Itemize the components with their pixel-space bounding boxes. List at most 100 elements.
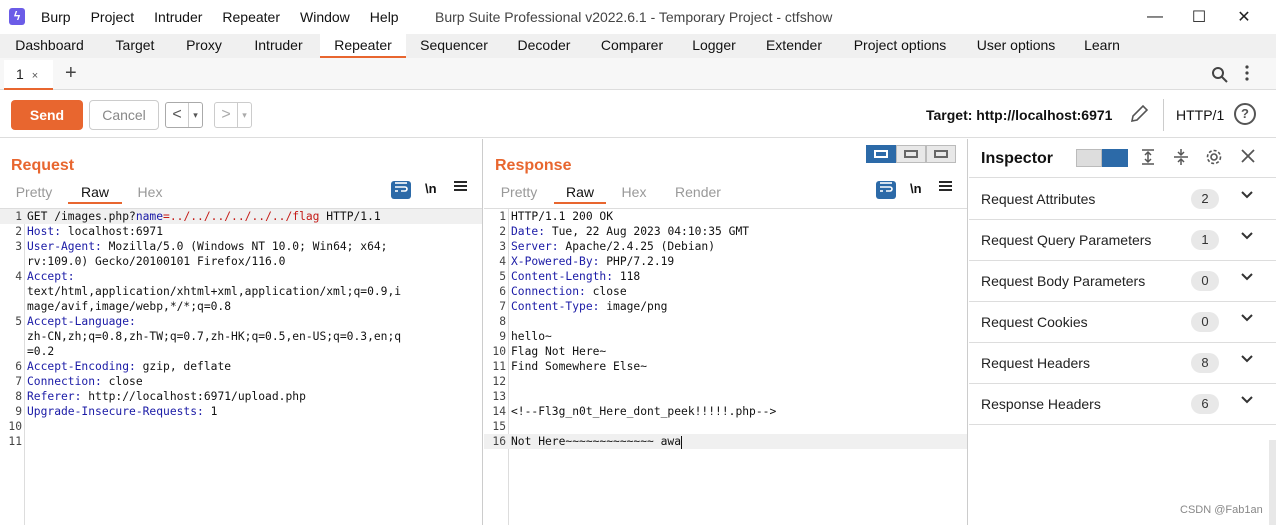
request-line[interactable]: 9 Upgrade-Insecure-Requests: 1 <box>0 404 482 419</box>
tab-repeater[interactable]: Repeater <box>320 34 406 58</box>
response-line[interactable]: 9 hello~ <box>484 329 967 344</box>
wrap-lines-icon[interactable] <box>391 181 411 199</box>
search-icon[interactable] <box>1211 66 1228 88</box>
chevron-down-icon[interactable] <box>1240 228 1254 247</box>
inspector-layout-side-icon[interactable] <box>1102 149 1128 167</box>
tab-comparer[interactable]: Comparer <box>586 34 678 58</box>
tab-logger[interactable]: Logger <box>678 34 750 58</box>
inspector-request-headers[interactable]: Request Headers 8 <box>969 343 1276 384</box>
chevron-down-icon[interactable] <box>1240 187 1254 206</box>
forward-dropdown-icon[interactable]: ▾ <box>237 103 251 127</box>
inspector-scrollbar[interactable] <box>1269 440 1276 525</box>
close-tab-icon[interactable]: × <box>32 70 38 82</box>
layout-side-by-side-icon[interactable] <box>866 145 896 163</box>
response-line[interactable]: 6 Connection: close <box>484 284 967 299</box>
menu-help[interactable]: Help <box>360 9 409 25</box>
inspector-request-cookies[interactable]: Request Cookies 0 <box>969 302 1276 343</box>
request-line[interactable]: 2 Host: localhost:6971 <box>0 224 482 239</box>
response-line[interactable]: 15 <box>484 419 967 434</box>
send-button[interactable]: Send <box>11 100 83 130</box>
request-line[interactable]: text/html,application/xhtml+xml,applicat… <box>0 284 482 299</box>
request-line[interactable]: 1 GET /images.php?name=../../../../../../… <box>0 209 482 224</box>
chevron-down-icon[interactable] <box>1240 269 1254 288</box>
response-tab-render[interactable]: Render <box>662 182 734 204</box>
menu-window[interactable]: Window <box>290 9 360 25</box>
request-line[interactable]: 3 User-Agent: Mozilla/5.0 (Windows NT 10.… <box>0 239 482 254</box>
help-icon[interactable]: ? <box>1234 103 1256 125</box>
request-line[interactable]: zh-CN,zh;q=0.8,zh-TW;q=0.7,zh-HK;q=0.5,e… <box>0 329 482 344</box>
request-line[interactable]: 6 Accept-Encoding: gzip, deflate <box>0 359 482 374</box>
settings-gear-icon[interactable] <box>1205 148 1223 171</box>
inspector-request-attributes[interactable]: Request Attributes 2 <box>969 179 1276 220</box>
request-line[interactable]: 8 Referer: http://localhost:6971/upload.p… <box>0 389 482 404</box>
response-line[interactable]: 7 Content-Type: image/png <box>484 299 967 314</box>
request-line[interactable]: 10 <box>0 419 482 434</box>
wrap-lines-icon[interactable] <box>876 181 896 199</box>
menu-burp[interactable]: Burp <box>31 9 81 25</box>
menu-intruder[interactable]: Intruder <box>144 9 212 25</box>
show-newlines-toggle[interactable]: \n <box>910 181 922 196</box>
more-options-icon[interactable] <box>1244 64 1250 87</box>
response-editor[interactable]: 1 HTTP/1.1 200 OK 2 Date: Tue, 22 Aug 2023… <box>484 208 967 525</box>
inspector-request-query-parameters[interactable]: Request Query Parameters 1 <box>969 220 1276 261</box>
inspector-response-headers[interactable]: Response Headers 6 <box>969 384 1276 425</box>
request-tab-raw[interactable]: Raw <box>68 182 122 204</box>
layout-top-bottom-icon[interactable] <box>896 145 926 163</box>
tab-decoder[interactable]: Decoder <box>502 34 586 58</box>
tab-proxy[interactable]: Proxy <box>171 34 237 58</box>
response-menu-icon[interactable] <box>939 179 952 197</box>
response-tab-hex[interactable]: Hex <box>606 182 662 204</box>
repeater-tab-1[interactable]: 1 × <box>4 60 53 90</box>
response-line[interactable]: 4 X-Powered-By: PHP/7.2.19 <box>484 254 967 269</box>
minimize-button[interactable]: — <box>1132 0 1178 34</box>
request-line[interactable]: 5 Accept-Language: <box>0 314 482 329</box>
request-line[interactable]: 11 <box>0 434 482 449</box>
chevron-down-icon[interactable] <box>1240 351 1254 370</box>
show-newlines-toggle[interactable]: \n <box>425 181 437 196</box>
response-line[interactable]: 12 <box>484 374 967 389</box>
maximize-button[interactable]: ☐ <box>1176 0 1222 34</box>
collapse-all-icon[interactable] <box>1173 148 1189 171</box>
forward-button[interactable]: > ▾ <box>214 102 252 128</box>
response-tab-raw[interactable]: Raw <box>554 182 606 204</box>
chevron-down-icon[interactable] <box>1240 392 1254 411</box>
response-line[interactable]: 11 Find Somewhere Else~ <box>484 359 967 374</box>
tab-learn[interactable]: Learn <box>1070 34 1134 58</box>
close-inspector-icon[interactable] <box>1240 148 1256 169</box>
request-tab-hex[interactable]: Hex <box>122 182 178 204</box>
response-tab-pretty[interactable]: Pretty <box>484 182 554 204</box>
expand-all-icon[interactable] <box>1140 148 1156 171</box>
request-tab-pretty[interactable]: Pretty <box>0 182 68 204</box>
response-line[interactable]: 3 Server: Apache/2.4.25 (Debian) <box>484 239 967 254</box>
layout-tabs-icon[interactable] <box>926 145 956 163</box>
response-line[interactable]: 16 Not Here~~~~~~~~~~~~~ awa <box>484 434 967 449</box>
menu-repeater[interactable]: Repeater <box>212 9 290 25</box>
request-line[interactable]: 7 Connection: close <box>0 374 482 389</box>
request-editor[interactable]: 1 GET /images.php?name=../../../../../../… <box>0 208 482 525</box>
response-line[interactable]: 14 <!--Fl3g_n0t_Here_dont_peek!!!!!.php--… <box>484 404 967 419</box>
edit-target-icon[interactable] <box>1129 104 1149 129</box>
request-menu-icon[interactable] <box>454 179 467 197</box>
tab-target[interactable]: Target <box>99 34 171 58</box>
inspector-layout-stacked-icon[interactable] <box>1076 149 1102 167</box>
back-dropdown-icon[interactable]: ▾ <box>188 103 202 127</box>
response-line[interactable]: 8 <box>484 314 967 329</box>
response-line[interactable]: 2 Date: Tue, 22 Aug 2023 04:10:35 GMT <box>484 224 967 239</box>
tab-extender[interactable]: Extender <box>750 34 838 58</box>
request-line[interactable]: =0.2 <box>0 344 482 359</box>
menu-project[interactable]: Project <box>81 9 145 25</box>
tab-sequencer[interactable]: Sequencer <box>406 34 502 58</box>
response-line[interactable]: 13 <box>484 389 967 404</box>
request-line[interactable]: rv:109.0) Gecko/20100101 Firefox/116.0 <box>0 254 482 269</box>
tab-user-options[interactable]: User options <box>962 34 1070 58</box>
tab-project-options[interactable]: Project options <box>838 34 962 58</box>
response-line[interactable]: 5 Content-Length: 118 <box>484 269 967 284</box>
chevron-down-icon[interactable] <box>1240 310 1254 329</box>
http-version-toggle[interactable]: HTTP/1 <box>1176 107 1224 123</box>
request-line[interactable]: 4 Accept: <box>0 269 482 284</box>
back-button[interactable]: < ▾ <box>165 102 203 128</box>
close-window-button[interactable]: ✕ <box>1221 0 1267 34</box>
inspector-request-body-parameters[interactable]: Request Body Parameters 0 <box>969 261 1276 302</box>
response-line[interactable]: 10 Flag Not Here~ <box>484 344 967 359</box>
tab-dashboard[interactable]: Dashboard <box>0 34 99 58</box>
